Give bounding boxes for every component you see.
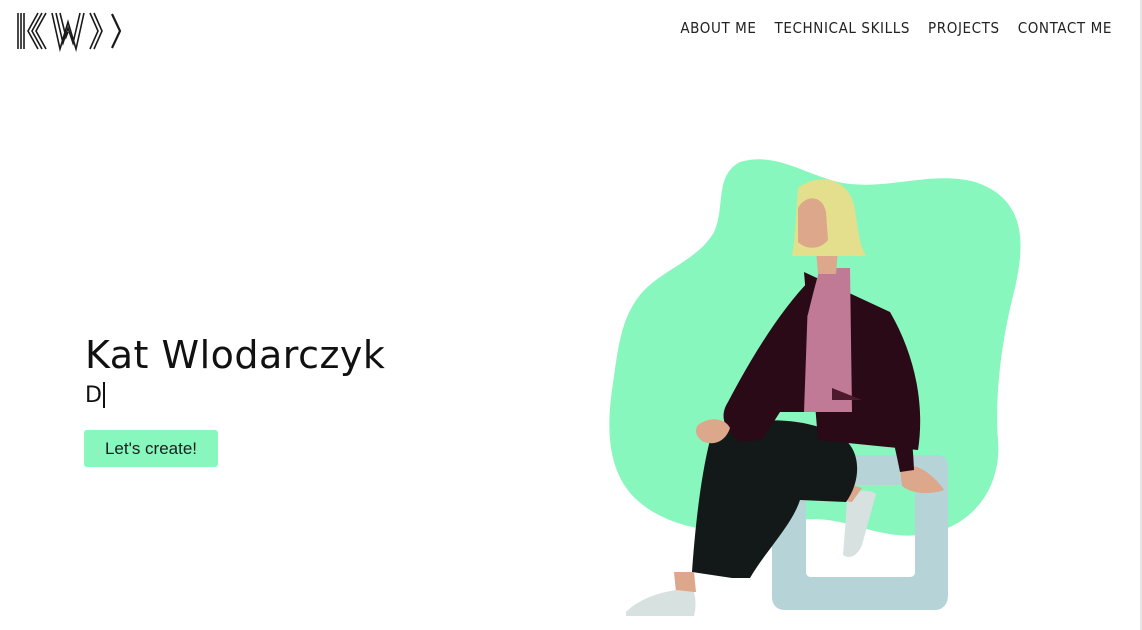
lets-create-button[interactable]: Let's create! (84, 430, 218, 467)
typing-cursor (102, 382, 105, 408)
typed-subtitle: D (85, 380, 385, 410)
woman-sitting-illustration (609, 159, 1021, 616)
hero-section: Kat Wlodarczyk D (85, 332, 385, 410)
nav-technical-skills[interactable]: TECHNICAL SKILLS (775, 19, 910, 37)
page: ABOUT ME TECHNICAL SKILLS PROJECTS CONTA… (0, 0, 1142, 630)
hero-name: Kat Wlodarczyk (85, 333, 386, 377)
kw-logo[interactable] (16, 10, 128, 52)
nav-contact-me[interactable]: CONTACT ME (1018, 19, 1112, 37)
nav-projects[interactable]: PROJECTS (928, 19, 1000, 37)
nav-about-me[interactable]: ABOUT ME (680, 19, 756, 37)
main-nav: ABOUT ME TECHNICAL SKILLS PROJECTS CONTA… (680, 19, 1112, 37)
typed-text: D (85, 382, 102, 408)
